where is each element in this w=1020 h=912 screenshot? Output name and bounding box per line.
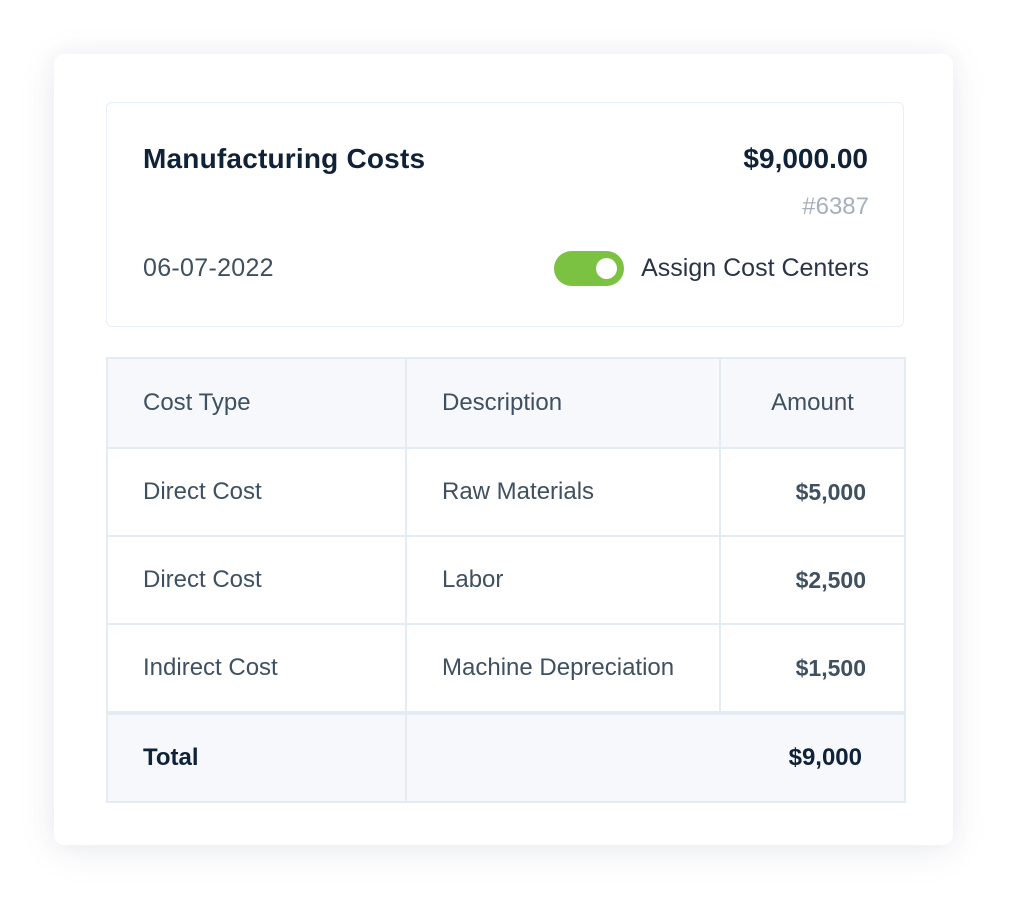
assign-cost-centers-toggle[interactable] <box>554 251 625 286</box>
table-header-row: Cost Type Description Amount <box>106 357 906 449</box>
cell-amount: $5,000 <box>719 447 906 537</box>
table-row: Direct Cost Labor $2,500 <box>106 535 906 625</box>
cell-cost-type: Direct Cost <box>106 447 407 537</box>
toggle-label: Assign Cost Centers <box>641 254 869 282</box>
total-row: Total $9,000 <box>106 712 906 803</box>
cell-amount: $1,500 <box>719 623 906 715</box>
total-empty-cell <box>405 712 720 803</box>
column-header-amount: Amount <box>719 357 906 449</box>
cost-table: Cost Type Description Amount Direct Cost… <box>106 357 906 803</box>
card-title: Manufacturing Costs <box>143 143 426 174</box>
summary-card: Manufacturing Costs $9,000.00 #6387 06-0… <box>106 102 904 327</box>
column-header-description: Description <box>405 357 721 449</box>
table-row: Direct Cost Raw Materials $5,000 <box>106 447 906 537</box>
column-header-cost-type: Cost Type <box>106 357 407 449</box>
cell-cost-type: Direct Cost <box>106 535 407 625</box>
reference-number: #6387 <box>802 193 869 220</box>
table-row: Indirect Cost Machine Depreciation $1,50… <box>106 623 906 715</box>
total-row-amount: $9,000 <box>720 712 906 803</box>
cell-description: Labor <box>405 535 721 625</box>
cell-amount: $2,500 <box>719 535 906 625</box>
assign-cost-centers-control: Assign Cost Centers <box>554 251 869 286</box>
cost-date: 06-07-2022 <box>143 254 274 282</box>
cell-description: Raw Materials <box>405 447 721 537</box>
cell-description: Machine Depreciation <box>405 623 721 715</box>
total-label: Total <box>106 712 407 803</box>
total-amount: $9,000.00 <box>743 143 868 174</box>
cell-cost-type: Indirect Cost <box>106 623 407 715</box>
toggle-knob <box>596 258 618 279</box>
